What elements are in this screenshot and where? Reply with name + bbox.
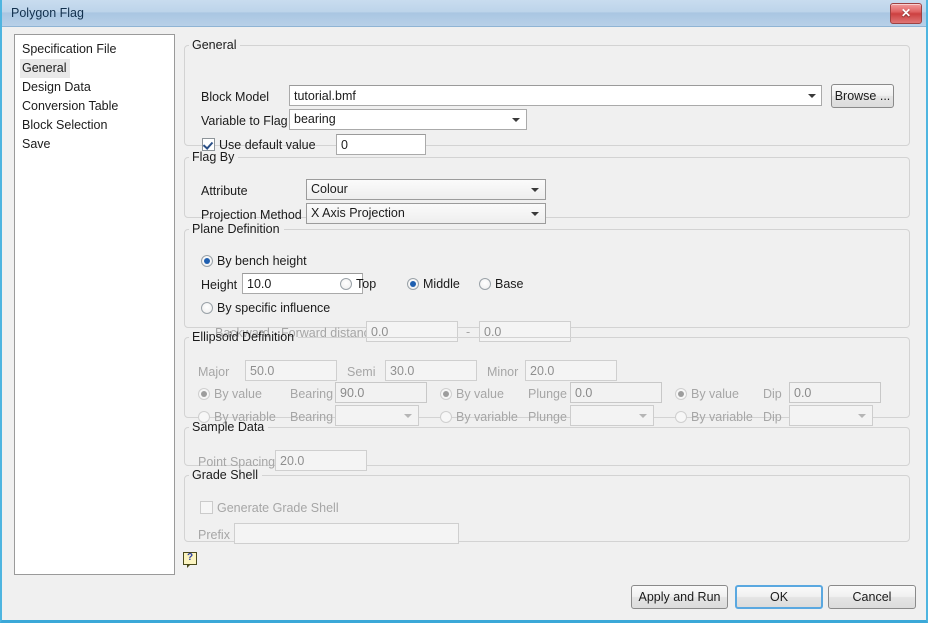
sidebar-item-specification-file[interactable]: Specification File <box>15 40 174 59</box>
plunge-by-value-radio[interactable]: By value <box>440 387 504 401</box>
sidebar-item-general[interactable]: General <box>20 59 70 78</box>
minor-label: Minor <box>487 365 518 380</box>
plane-definition-group: Plane Definition By bench height Height … <box>184 222 910 328</box>
plunge-value-label: Plunge <box>528 387 567 402</box>
major-label: Major <box>198 365 229 380</box>
minor-input[interactable] <box>525 360 617 381</box>
ok-button[interactable]: OK <box>735 585 823 609</box>
flag-by-group-legend: Flag By <box>189 150 238 164</box>
main-panel: General Block Model Browse ... Variable … <box>184 34 916 542</box>
navigation-sidebar[interactable]: Specification File General Design Data C… <box>14 34 175 575</box>
grade-shell-group-legend: Grade Shell <box>189 468 262 482</box>
grade-shell-group: Grade Shell Generate Grade Shell Prefix <box>184 468 910 542</box>
bearing-value-label: Bearing <box>290 387 333 402</box>
ellipsoid-definition-group-legend: Ellipsoid Definition <box>189 330 298 344</box>
dip-by-value-radio[interactable]: By value <box>675 387 739 401</box>
major-input[interactable] <box>245 360 337 381</box>
dip-value-input[interactable] <box>789 382 881 403</box>
block-model-label: Block Model <box>201 90 269 105</box>
chevron-down-icon <box>639 414 647 418</box>
base-radio[interactable]: Base <box>479 277 524 291</box>
variable-to-flag-combo[interactable]: bearing <box>289 109 527 130</box>
height-label: Height <box>201 278 237 293</box>
top-radio[interactable]: Top <box>340 277 376 291</box>
prefix-label: Prefix <box>198 528 230 543</box>
chevron-down-icon <box>531 212 539 216</box>
chevron-down-icon <box>531 188 539 192</box>
general-group: General Block Model Browse ... Variable … <box>184 38 910 146</box>
close-icon: ✕ <box>891 5 921 22</box>
chevron-down-icon <box>858 414 866 418</box>
sidebar-item-save[interactable]: Save <box>15 135 174 154</box>
sidebar-item-conversion-table[interactable]: Conversion Table <box>15 97 174 116</box>
browse-button[interactable]: Browse ... <box>831 84 894 108</box>
bearing-by-value-radio[interactable]: By value <box>198 387 262 401</box>
by-bench-height-radio[interactable]: By bench height <box>201 254 307 268</box>
projection-method-combo[interactable]: X Axis Projection <box>306 203 546 224</box>
close-button[interactable]: ✕ <box>890 3 922 24</box>
prefix-input[interactable] <box>234 523 459 544</box>
bearing-value-input[interactable] <box>335 382 427 403</box>
block-model-input[interactable] <box>289 85 822 106</box>
attribute-combo[interactable]: Colour <box>306 179 546 200</box>
ellipsoid-definition-group: Ellipsoid Definition Major Semi Minor By… <box>184 330 910 418</box>
semi-input[interactable] <box>385 360 477 381</box>
variable-to-flag-label: Variable to Flag <box>201 114 288 129</box>
attribute-label: Attribute <box>201 184 248 199</box>
polygon-flag-dialog: Polygon Flag ✕ Specification File Genera… <box>0 0 928 623</box>
flag-by-group: Flag By Attribute Colour Projection Meth… <box>184 150 910 218</box>
sample-data-group-legend: Sample Data <box>189 420 268 434</box>
semi-label: Semi <box>347 365 375 380</box>
plane-definition-group-legend: Plane Definition <box>189 222 284 236</box>
cancel-button[interactable]: Cancel <box>828 585 916 609</box>
chevron-down-icon <box>512 118 520 122</box>
variable-to-flag-value: bearing <box>294 110 506 129</box>
help-icon[interactable]: ? <box>183 552 198 567</box>
footer-divider <box>2 574 926 575</box>
dip-value-label: Dip <box>763 387 782 402</box>
attribute-value: Colour <box>311 180 525 199</box>
plunge-value-input[interactable] <box>570 382 662 403</box>
sample-data-group: Sample Data Point Spacing <box>184 420 910 466</box>
chevron-down-icon <box>404 414 412 418</box>
general-group-legend: General <box>189 38 240 52</box>
apply-and-run-button[interactable]: Apply and Run <box>631 585 728 609</box>
window-title: Polygon Flag <box>11 6 84 20</box>
middle-radio[interactable]: Middle <box>407 277 460 291</box>
sidebar-item-block-selection[interactable]: Block Selection <box>15 116 174 135</box>
help-icon-glyph: ? <box>183 551 197 565</box>
by-specific-influence-radio[interactable]: By specific influence <box>201 301 330 315</box>
generate-grade-shell-checkbox[interactable]: Generate Grade Shell <box>200 501 339 515</box>
title-bar: Polygon Flag ✕ <box>0 0 928 27</box>
projection-method-value: X Axis Projection <box>311 204 525 223</box>
sidebar-item-design-data[interactable]: Design Data <box>15 78 174 97</box>
projection-method-label: Projection Method <box>201 208 302 223</box>
